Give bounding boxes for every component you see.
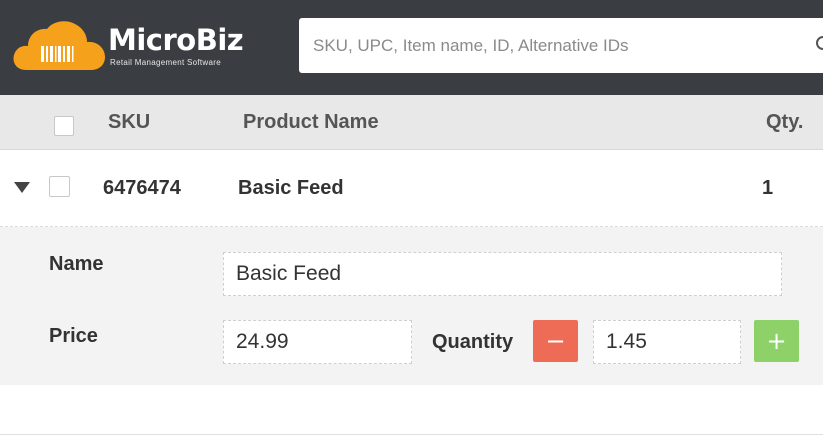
quantity-increment-button[interactable]: + xyxy=(754,320,799,362)
quantity-decrement-button[interactable]: − xyxy=(533,320,578,362)
brand-name: MicroBiz xyxy=(108,23,244,57)
quantity-field[interactable] xyxy=(593,320,741,364)
quantity-label: Quantity xyxy=(432,331,514,353)
column-header-sku[interactable]: SKU xyxy=(108,95,150,149)
name-label: Name xyxy=(49,253,104,275)
top-bar: MicroBiz Retail Management Software xyxy=(0,0,823,95)
search-box xyxy=(299,18,823,73)
table-header: SKU Product Name Qty. xyxy=(0,95,823,150)
table-bottom-divider xyxy=(0,434,823,435)
microbiz-logo[interactable]: MicroBiz Retail Management Software xyxy=(12,18,244,74)
price-label: Price xyxy=(49,325,98,347)
table-row[interactable]: 6476474 Basic Feed 1 xyxy=(0,150,823,227)
search-icon[interactable] xyxy=(815,35,823,55)
column-header-product-name[interactable]: Product Name xyxy=(243,95,379,149)
brand-tagline: Retail Management Software xyxy=(110,58,221,67)
cloud-barcode-icon xyxy=(13,21,105,70)
row-checkbox[interactable] xyxy=(49,176,70,197)
row-qty: 1 xyxy=(762,177,774,199)
triangle-down-icon[interactable] xyxy=(14,182,30,193)
row-sku: 6476474 xyxy=(103,177,181,199)
name-field[interactable] xyxy=(223,252,782,296)
select-all-checkbox[interactable] xyxy=(54,116,74,136)
row-details-panel: Name Price Quantity − + xyxy=(0,227,823,385)
row-product-name: Basic Feed xyxy=(238,177,344,199)
price-field[interactable] xyxy=(223,320,412,364)
column-header-qty[interactable]: Qty. xyxy=(766,95,803,149)
search-input[interactable] xyxy=(299,18,799,73)
